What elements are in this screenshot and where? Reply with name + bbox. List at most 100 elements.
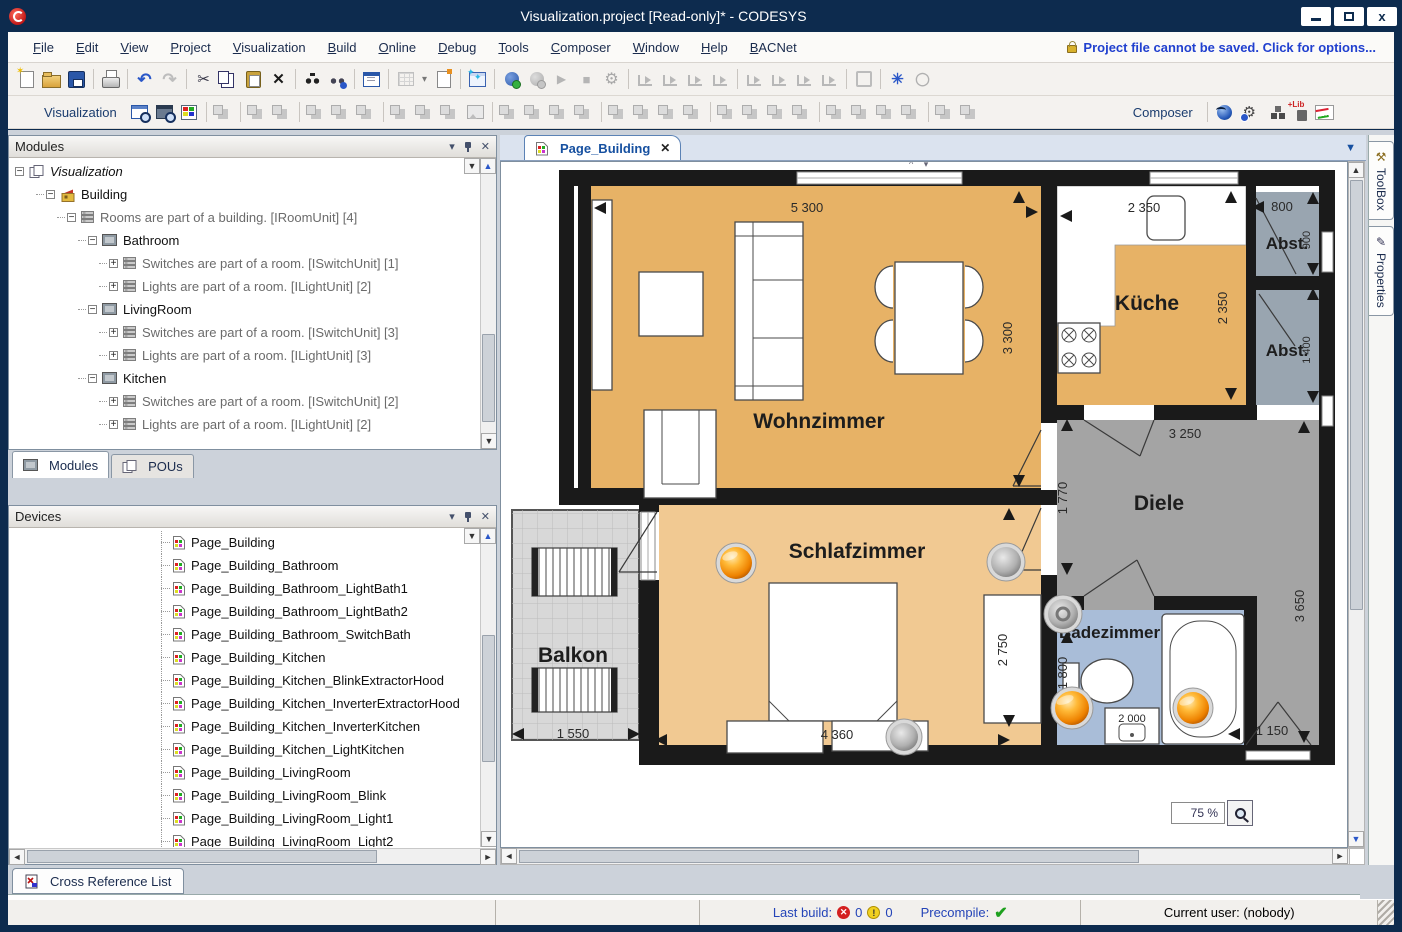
newpage-icon[interactable]	[432, 67, 455, 91]
cchart-icon[interactable]	[1313, 100, 1336, 124]
clib-icon[interactable]	[1288, 100, 1311, 124]
dd-icon[interactable]	[419, 67, 430, 91]
vislist-icon[interactable]	[360, 67, 383, 91]
visualization-canvas[interactable]: ^ ▾	[500, 161, 1348, 848]
module-tree-item[interactable]: +Switches are part of a room. [ISwitchUn…	[9, 252, 496, 275]
build-icon[interactable]	[466, 67, 489, 91]
gray-icon[interactable]	[548, 100, 571, 124]
resize-grip[interactable]	[1378, 900, 1394, 925]
zoom-dropdown-icon[interactable]: ▼	[1348, 831, 1364, 847]
device-item[interactable]: Page_Building_Bathroom_SwitchBath	[9, 623, 496, 646]
vis1-icon[interactable]	[128, 100, 151, 124]
gray-icon[interactable]	[875, 100, 898, 124]
cgear-icon[interactable]	[1238, 100, 1261, 124]
device-item[interactable]: Page_Building_LivingRoom_Blink	[9, 784, 496, 807]
modules-vscroll-thumb[interactable]	[482, 334, 495, 422]
csphere-icon[interactable]	[1213, 100, 1236, 124]
gstep-icon[interactable]	[793, 67, 816, 91]
lamp-badezimmer-on-1[interactable]	[1051, 687, 1093, 729]
menu-bacnet[interactable]: BACNet	[739, 40, 808, 55]
expander-icon[interactable]: −	[15, 167, 24, 176]
device-item[interactable]: Page_Building_Kitchen_InverterExtractorH…	[9, 692, 496, 715]
expander-icon[interactable]: +	[109, 282, 118, 291]
gray-icon[interactable]	[498, 100, 521, 124]
expander-icon[interactable]: +	[109, 420, 118, 429]
canvas-hscrollbar[interactable]: ◄ ►	[500, 848, 1365, 865]
zoom-tool-button[interactable]	[1227, 800, 1253, 826]
paste-icon[interactable]	[242, 67, 265, 91]
panel-menu-icon[interactable]: ▾	[449, 510, 455, 523]
device-item[interactable]: Page_Building_LivingRoom_Light2	[9, 830, 496, 847]
save-icon[interactable]	[65, 67, 88, 91]
pin-icon[interactable]	[464, 512, 472, 522]
tab-list-dropdown-icon[interactable]: ▼	[1345, 142, 1356, 154]
panel-close-icon[interactable]: ✕	[481, 510, 490, 523]
modules-scroll-combo[interactable]: ▼▲	[464, 158, 496, 174]
undo-icon[interactable]	[133, 67, 156, 91]
gray-icon[interactable]	[573, 100, 596, 124]
gray-icon[interactable]	[791, 100, 814, 124]
lamp-badezimmer-off[interactable]	[1044, 595, 1082, 633]
gray-icon[interactable]	[632, 100, 655, 124]
module-tree-item[interactable]: −Building	[9, 183, 496, 206]
device-item[interactable]: Page_Building_Kitchen	[9, 646, 496, 669]
panel-menu-icon[interactable]: ▾	[449, 140, 455, 153]
gray-icon[interactable]	[657, 100, 680, 124]
expander-icon[interactable]: +	[109, 351, 118, 360]
menu-edit[interactable]: Edit	[65, 40, 109, 55]
gray-icon[interactable]	[741, 100, 764, 124]
del-icon[interactable]	[267, 67, 290, 91]
tab-modules[interactable]: Modules	[12, 451, 109, 478]
menu-window[interactable]: Window	[622, 40, 690, 55]
gray-icon[interactable]	[305, 100, 328, 124]
gray-icon[interactable]	[523, 100, 546, 124]
menu-debug[interactable]: Debug	[427, 40, 487, 55]
module-tree-item[interactable]: −Rooms are part of a building. [IRoomUni…	[9, 206, 496, 229]
close-button[interactable]: x	[1367, 7, 1397, 26]
devices-vscrollbar[interactable]: ▼	[480, 544, 496, 847]
devices-hscrollbar[interactable]: ◄ ►	[9, 848, 496, 864]
gstep-icon[interactable]	[709, 67, 732, 91]
expander-icon[interactable]: −	[46, 190, 55, 199]
vis3-icon[interactable]	[178, 100, 201, 124]
readonly-alert[interactable]: Project file cannot be saved. Click for …	[1067, 40, 1376, 55]
menu-visualization[interactable]: Visualization	[222, 40, 317, 55]
minimize-button[interactable]	[1301, 7, 1331, 26]
grid-icon[interactable]	[394, 67, 417, 91]
lamp-badezimmer-on-2[interactable]	[1173, 688, 1213, 728]
wrench-icon[interactable]	[600, 67, 623, 91]
print-icon[interactable]	[99, 67, 122, 91]
device-item[interactable]: Page_Building_Kitchen_LightKitchen	[9, 738, 496, 761]
menu-project[interactable]: Project	[159, 40, 221, 55]
module-tree-item[interactable]: −Kitchen	[9, 367, 496, 390]
devices-vscroll-thumb[interactable]	[482, 635, 495, 762]
tab-page-building[interactable]: Page_Building ✕	[524, 135, 681, 160]
reset-icon[interactable]	[886, 67, 909, 91]
lamp-schlafzimmer-on[interactable]	[716, 543, 756, 583]
device-item[interactable]: Page_Building_Bathroom_LightBath1	[9, 577, 496, 600]
menu-view[interactable]: View	[109, 40, 159, 55]
replace-icon[interactable]	[326, 67, 349, 91]
device-item[interactable]: Page_Building_Bathroom_LightBath2	[9, 600, 496, 623]
gray-icon[interactable]	[389, 100, 412, 124]
expander-icon[interactable]: −	[67, 213, 76, 222]
redo-icon[interactable]	[158, 67, 181, 91]
module-tree-item[interactable]: +Lights are part of a room. [ILightUnit]…	[9, 413, 496, 436]
devices-scroll-combo[interactable]: ▼▲	[464, 528, 496, 544]
stop-icon[interactable]	[575, 67, 598, 91]
module-tree-item[interactable]: −LivingRoom	[9, 298, 496, 321]
gray-icon[interactable]	[934, 100, 957, 124]
canvas-vscrollbar[interactable]: ▲ ▼	[1348, 161, 1365, 848]
device-item[interactable]: Page_Building_Kitchen_InverterKitchen	[9, 715, 496, 738]
device-item[interactable]: Page_Building_Kitchen_BlinkExtractorHood	[9, 669, 496, 692]
gstep-icon[interactable]	[743, 67, 766, 91]
grayimg-icon[interactable]	[464, 100, 487, 124]
lamp-bed-off[interactable]	[886, 719, 922, 755]
gray-icon[interactable]	[682, 100, 705, 124]
expander-icon[interactable]: +	[109, 397, 118, 406]
menu-online[interactable]: Online	[367, 40, 427, 55]
menu-composer[interactable]: Composer	[540, 40, 622, 55]
canvas-vscroll-thumb[interactable]	[1350, 180, 1363, 610]
tab-toolbox[interactable]: ⚒ ToolBox	[1369, 141, 1394, 220]
gray-icon[interactable]	[355, 100, 378, 124]
